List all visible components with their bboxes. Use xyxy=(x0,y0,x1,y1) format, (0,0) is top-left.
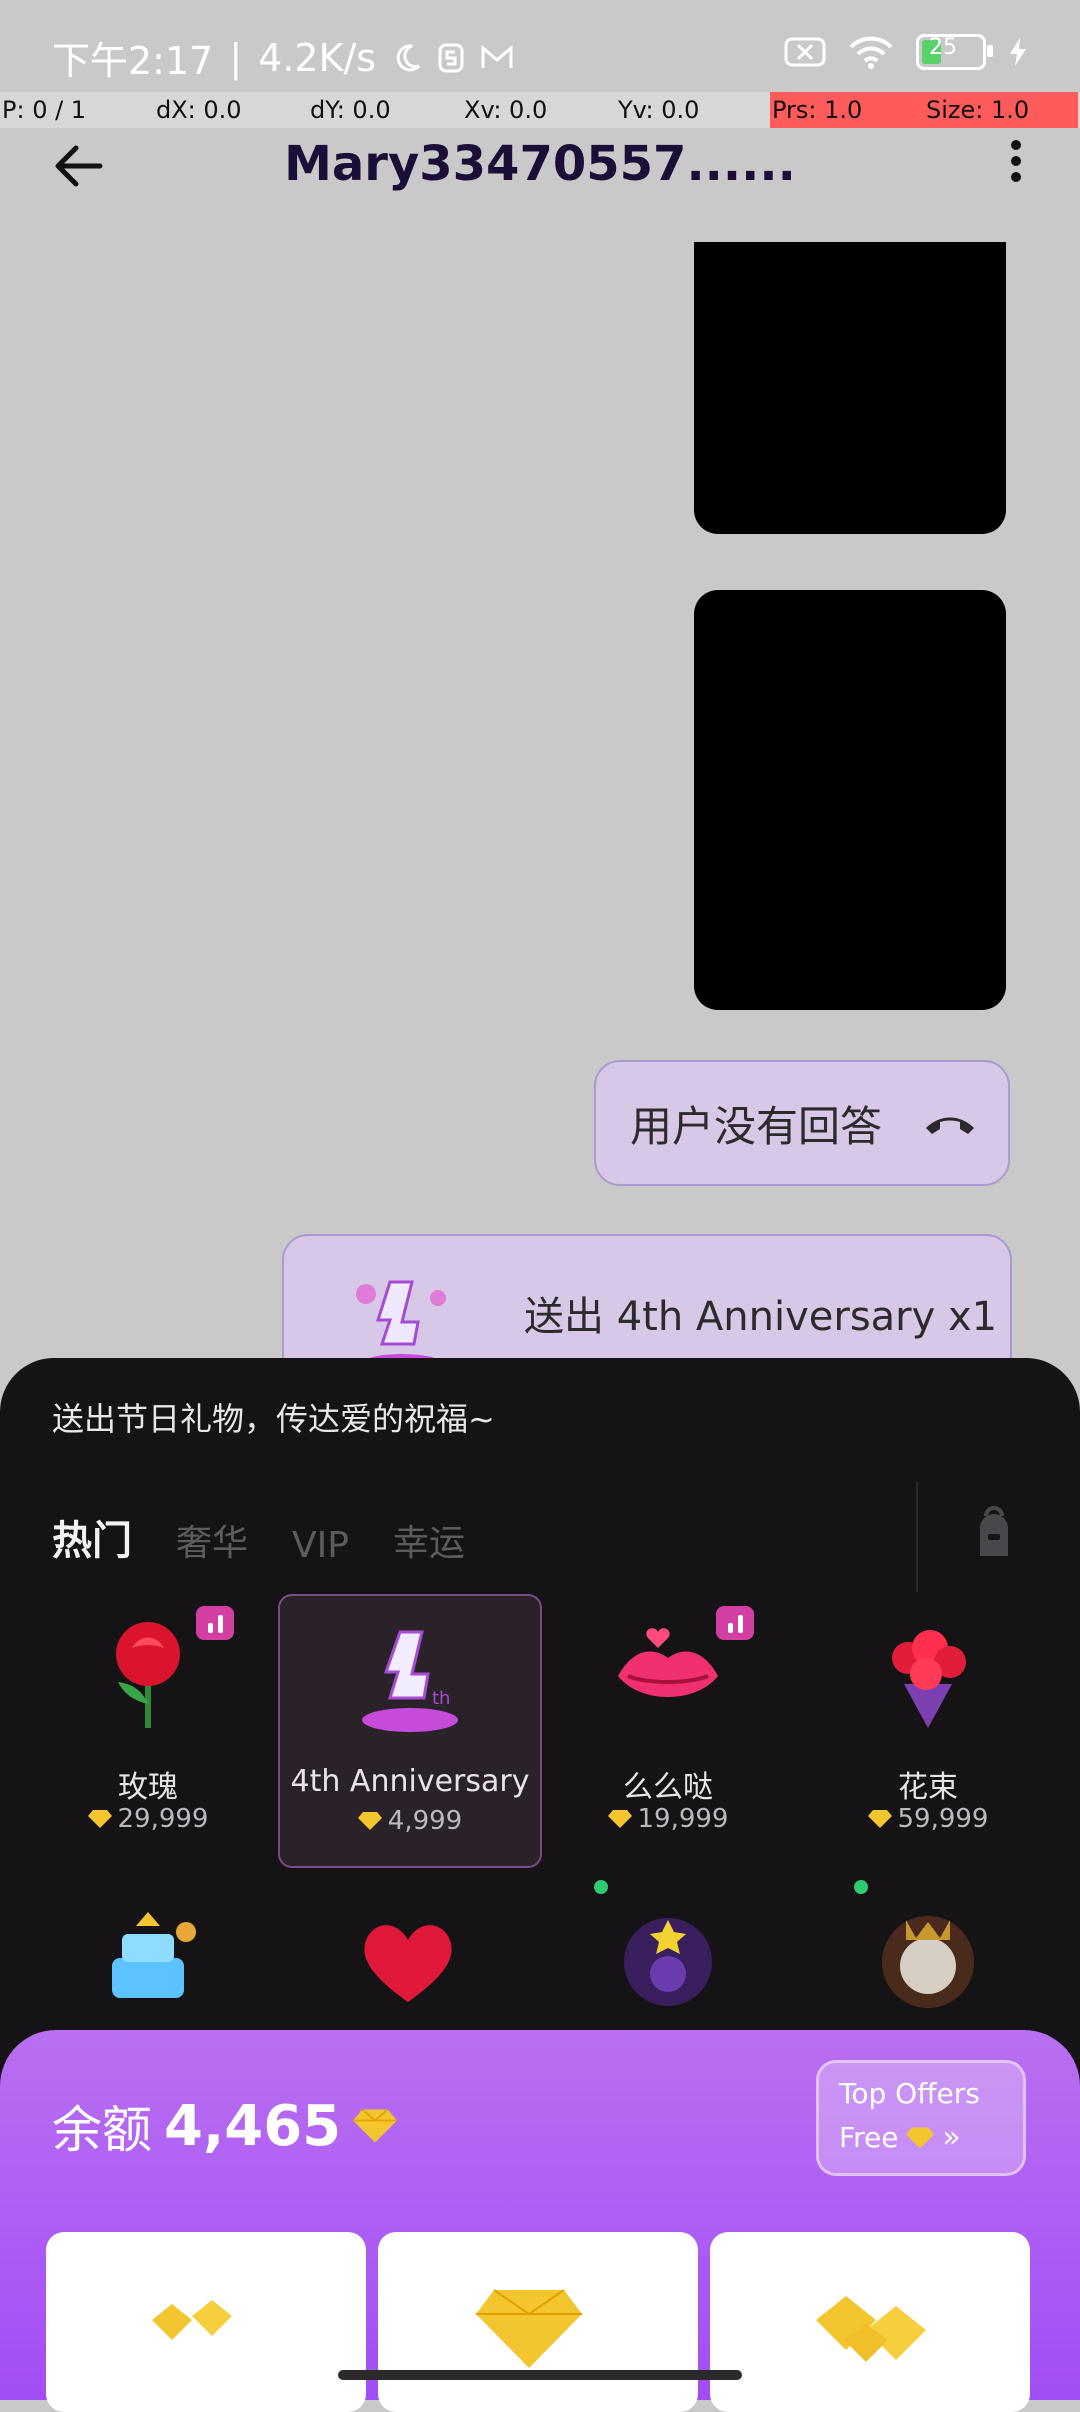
gift-price: 29,999 xyxy=(18,1804,278,1834)
tab-hot[interactable]: 热门 xyxy=(52,1508,132,1566)
s-icon xyxy=(438,43,464,72)
call-status-text: 用户没有回答 xyxy=(630,1101,883,1151)
phone-hangup-icon xyxy=(926,1117,974,1134)
anniversary-gift-image: th xyxy=(362,1630,458,1732)
gift-item-4th-anniversary[interactable]: th 4th Anniversary 4,999 xyxy=(278,1594,542,1868)
debug-xv: Xv: 0.0 xyxy=(464,96,548,124)
home-indicator xyxy=(338,2370,742,2380)
tab-vip[interactable]: VIP xyxy=(292,1525,349,1566)
rose-gift-image xyxy=(116,1622,180,1728)
gift-sheet-hint: 送出节日礼物，传达爱的祝福~ xyxy=(52,1400,495,1438)
chat-title: Mary33470557...... xyxy=(284,136,796,192)
online-dot xyxy=(854,1880,868,1894)
diamond-icon xyxy=(353,2108,398,2143)
online-dot xyxy=(594,1880,608,1894)
diamond-icon xyxy=(607,1810,632,1828)
double-chevron-right-icon: » xyxy=(942,2120,961,2155)
balance-display: 余额 4,465 xyxy=(52,2090,398,2162)
no-sim-icon xyxy=(784,37,826,67)
debug-dy: dY: 0.0 xyxy=(310,96,391,124)
recharge-package-1[interactable] xyxy=(46,2232,366,2412)
offers-title: Top Offers xyxy=(839,2077,980,2110)
debug-dx: dX: 0.0 xyxy=(156,96,242,124)
moon-icon xyxy=(396,43,421,71)
pointer-debug-bar: P: 0 / 1 dX: 0.0 dY: 0.0 Xv: 0.0 Yv: 0.0… xyxy=(0,92,1080,128)
bouquet-gift-image xyxy=(892,1630,966,1728)
gift-price-value: 59,999 xyxy=(897,1804,989,1834)
gift-name: 么么哒 xyxy=(623,1770,713,1805)
media-message-2[interactable] xyxy=(694,590,1006,1010)
backpack-icon[interactable] xyxy=(966,1506,1022,1562)
offers-subtitle: Free » xyxy=(839,2120,1003,2155)
gift-name: 4th Anniversary xyxy=(290,1764,530,1799)
battery-percent: 25 xyxy=(929,35,957,60)
tab-divider xyxy=(916,1482,918,1592)
cake-gift-image xyxy=(112,1912,196,1998)
offers-free-label: Free xyxy=(839,2121,899,2154)
top-offers-button[interactable]: Top Offers Free » xyxy=(816,2060,1026,2176)
tab-luxury[interactable]: 奢华 xyxy=(176,1514,248,1566)
status-separator: | xyxy=(229,35,243,80)
gift-price-value: 4,999 xyxy=(387,1806,463,1836)
debug-yv: Yv: 0.0 xyxy=(618,96,700,124)
tab-lucky[interactable]: 幸运 xyxy=(393,1514,465,1566)
balance-value: 4,465 xyxy=(164,2093,342,2159)
diamond-icon xyxy=(906,2127,935,2148)
svg-text:th: th xyxy=(432,1688,450,1709)
diamond-icon xyxy=(357,1812,382,1830)
lips-gift-image xyxy=(618,1628,718,1697)
gift-name: 玫瑰 xyxy=(118,1770,178,1805)
lion-gift-image xyxy=(882,1916,974,2008)
diamond-icon xyxy=(87,1810,112,1828)
heart-gift-image xyxy=(364,1925,452,2002)
charging-icon xyxy=(1010,38,1026,66)
gift-sent-text: 送出 4th Anniversary x1 xyxy=(524,1294,998,1340)
balance-label: 余额 xyxy=(52,2101,152,2159)
status-speed: 4.2K/s xyxy=(258,35,377,80)
recharge-panel: 余额 4,465 Top Offers Free » xyxy=(0,2030,1080,2412)
diamond-icon xyxy=(867,1810,892,1828)
gift-price: 4,999 xyxy=(280,1806,540,1836)
gem-pile-icon xyxy=(816,2296,926,2362)
gem-large-icon xyxy=(476,2289,582,2368)
gift-price: 59,999 xyxy=(798,1804,1058,1834)
chat-app-bar: Mary33470557...... xyxy=(0,128,1080,218)
gem-small-pile-icon xyxy=(152,2300,232,2340)
gift-price: 19,999 xyxy=(538,1804,798,1834)
debug-size: Size: 1.0 xyxy=(924,92,1078,128)
status-time: 下午2:17 xyxy=(52,39,214,83)
status-left: 下午2:17 | 4.2K/s xyxy=(52,30,514,85)
more-menu-icon[interactable] xyxy=(1008,134,1024,194)
status-right: 25 xyxy=(784,34,1028,70)
missed-call-bubble[interactable]: 用户没有回答 xyxy=(594,1060,1010,1186)
recharge-package-list xyxy=(46,2232,1030,2412)
debug-prs: Prs: 1.0 xyxy=(770,92,924,128)
status-bar: 下午2:17 | 4.2K/s 25 xyxy=(0,0,1080,92)
gift-item-bouquet[interactable]: 花束 59,999 xyxy=(798,1594,1058,1864)
recharge-package-3[interactable] xyxy=(710,2232,1030,2412)
orb-gift-image xyxy=(624,1918,712,2006)
gift-price-value: 29,999 xyxy=(117,1804,209,1834)
mail-icon xyxy=(481,44,513,68)
gift-item-rose[interactable]: 玫瑰 29,999 xyxy=(18,1594,278,1864)
debug-pointer: P: 0 / 1 xyxy=(2,96,87,124)
gift-price-value: 19,999 xyxy=(637,1804,729,1834)
media-message-1[interactable] xyxy=(694,242,1006,534)
gift-name: 花束 xyxy=(898,1770,958,1805)
gift-item-kiss[interactable]: 么么哒 19,999 xyxy=(538,1594,798,1864)
gift-category-tabs: 热门 奢华 VIP 幸运 xyxy=(52,1508,465,1566)
battery-icon: 25 xyxy=(916,34,993,70)
wifi-icon xyxy=(849,36,893,69)
recharge-package-2[interactable] xyxy=(378,2232,698,2412)
